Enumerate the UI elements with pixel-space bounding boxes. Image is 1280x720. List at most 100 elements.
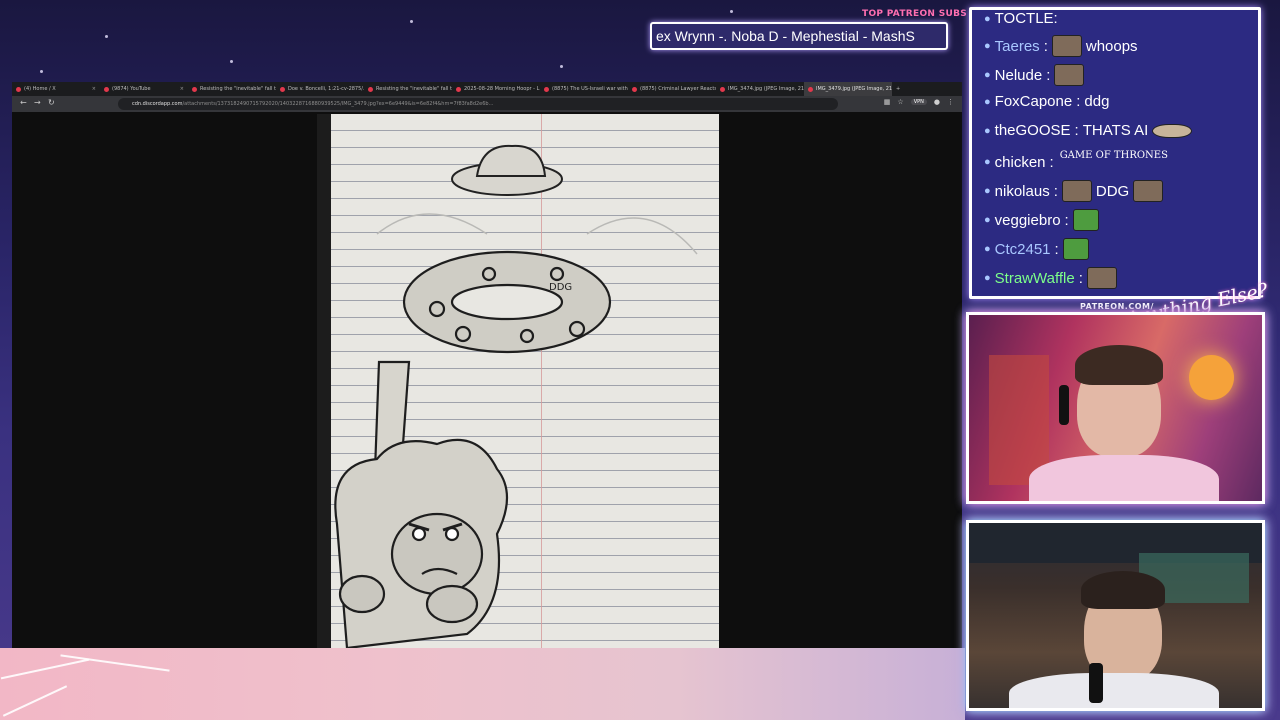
chat-message: ● TOCTLE: xyxy=(984,10,1058,27)
angry-sheep-icon xyxy=(334,438,508,648)
chat-username[interactable]: veggiebro xyxy=(995,212,1061,229)
url-field[interactable]: cdn.discordapp.com/attachments/137318249… xyxy=(118,98,838,110)
tab-label: Doe v. Boncelli, 1:21-cv-2875/... xyxy=(288,86,364,92)
chat-username[interactable]: Ctc2451 xyxy=(995,241,1051,258)
chat-user-icon: ● xyxy=(984,272,991,284)
browser-tab[interactable]: Doe v. Boncelli, 1:21-cv-2875/...× xyxy=(276,82,364,96)
browser-window: (4) Home / X × (9874) YouTube × Resisting th… xyxy=(12,82,962,648)
chat-text: whoops xyxy=(1085,37,1138,55)
address-bar: ← → ↻ cdn.discordapp.com/attachments/137… xyxy=(12,96,962,112)
headphones-icon xyxy=(1059,385,1069,425)
webcam-host xyxy=(966,312,1265,504)
chat-message: ● StrawWaffle: xyxy=(984,267,1117,289)
tab-label: (4) Home / X xyxy=(24,86,56,92)
guest-hair xyxy=(1081,571,1165,609)
host-hair xyxy=(1075,345,1163,385)
tab-favicon-icon xyxy=(632,86,637,92)
tab-favicon-icon xyxy=(16,86,21,92)
chat-colon: : xyxy=(1043,37,1048,55)
sheep-drawing: DDG xyxy=(334,144,698,648)
extensions-icon[interactable]: ▦ xyxy=(884,98,891,106)
chat-colon: : xyxy=(1046,66,1051,84)
chat-text: THATS AI xyxy=(1082,122,1149,139)
menu-icon[interactable]: ⋮ xyxy=(947,98,954,106)
face-emote-icon xyxy=(1054,64,1085,86)
chat-user-icon: ● xyxy=(984,40,991,52)
chat-message: ● nikolaus: DDG xyxy=(984,180,1164,202)
tab-close-icon[interactable]: × xyxy=(180,82,184,96)
top-patreon-title: TOP PATREON SUBS xyxy=(862,9,968,19)
browser-tab[interactable]: (4) Home / X × xyxy=(12,82,100,96)
tab-favicon-icon xyxy=(368,86,373,92)
chat-username[interactable]: Taeres xyxy=(995,38,1040,55)
hat-emote-icon xyxy=(1152,123,1193,138)
url-path: /attachments/1373182490715792020/1403228… xyxy=(182,101,494,107)
cowboy-hat-icon xyxy=(451,144,563,196)
chat-message: ● chicken: GAME OF THRONES xyxy=(984,151,1170,173)
chat-user-icon: ● xyxy=(984,185,991,197)
chat-colon: : xyxy=(1053,182,1058,200)
chat-user-icon: ● xyxy=(984,12,991,25)
tab-favicon-icon xyxy=(280,86,285,92)
face-emote-icon xyxy=(1133,180,1164,202)
chat-username[interactable]: chicken xyxy=(995,154,1046,171)
browser-tab[interactable]: (9874) YouTube × xyxy=(100,82,188,96)
chat-username[interactable]: nikolaus xyxy=(995,183,1050,200)
tab-favicon-icon xyxy=(544,86,549,92)
browser-tab[interactable]: 2025-08-28 Morning Hoopr - L× xyxy=(452,82,540,96)
tab-label: Resisting the "inevitable" fall to xyxy=(200,86,276,92)
sketch-image[interactable]: DDG xyxy=(317,114,719,648)
chat-colon: : xyxy=(1078,269,1083,287)
chat-username[interactable]: theGOOSE xyxy=(995,122,1071,139)
new-tab-button[interactable]: + xyxy=(892,82,906,96)
chat-colon: : xyxy=(1076,93,1081,110)
chat-panel[interactable]: ● TOCTLE: ● Taeres: whoops ● Nelude: ● FoxCapo… xyxy=(969,7,1261,299)
star-decor xyxy=(730,10,733,13)
chat-colon: : xyxy=(1064,211,1069,229)
browser-tab[interactable]: (8875) Criminal Lawyer Reacts× xyxy=(628,82,716,96)
chat-message: ● Nelude: xyxy=(984,64,1085,86)
star-decor xyxy=(230,60,233,63)
chat-username[interactable]: StrawWaffle xyxy=(995,270,1075,287)
star-decor xyxy=(410,20,413,23)
url-host: cdn.discordapp.com xyxy=(132,101,183,107)
chat-user-icon: ● xyxy=(984,95,991,108)
chat-text: ddg xyxy=(1084,93,1110,110)
forward-icon[interactable]: → xyxy=(34,98,41,107)
vpn-badge[interactable]: VPN xyxy=(910,99,927,105)
overlay-bottom-strip xyxy=(0,648,965,720)
browser-tab[interactable]: Resisting the "inevitable" fall to× xyxy=(364,82,452,96)
chat-user-icon: ● xyxy=(984,243,991,255)
chat-colon: : xyxy=(1054,240,1059,258)
tab-label: (8875) Criminal Lawyer Reacts xyxy=(640,86,716,92)
chat-user-icon: ● xyxy=(984,124,991,137)
bookmark-star-icon[interactable]: ☆ xyxy=(897,98,903,106)
browser-tab[interactable]: Resisting the "inevitable" fall to× xyxy=(188,82,276,96)
donut-icon xyxy=(402,250,612,354)
chat-username[interactable]: Nelude xyxy=(995,67,1043,84)
chat-colon: : xyxy=(1049,153,1054,171)
browser-tab[interactable]: (8875) The US-Israeli war with I× xyxy=(540,82,628,96)
microphone-icon xyxy=(1089,663,1103,703)
face-emote-icon xyxy=(1061,180,1092,202)
tab-close-icon[interactable]: × xyxy=(92,82,96,96)
chat-username[interactable]: FoxCapone xyxy=(995,93,1073,110)
chat-user-icon: ● xyxy=(984,69,991,81)
profile-icon[interactable]: ● xyxy=(934,98,940,106)
reload-icon[interactable]: ↻ xyxy=(48,98,55,107)
back-icon[interactable]: ← xyxy=(20,98,27,107)
chat-message: ● theGOOSE: THATS AI xyxy=(984,122,1193,139)
chat-user-icon: ● xyxy=(984,214,991,226)
browser-tab[interactable]: IMG_3479.jpg (JPEG Image, 2160 ×× xyxy=(804,82,892,96)
image-viewer: DDG xyxy=(12,112,962,648)
address-bar-actions: ▦ ☆ VPN ● ⋮ xyxy=(884,98,954,106)
chat-message: ● Taeres: whoops xyxy=(984,35,1138,57)
tab-favicon-icon xyxy=(456,86,461,92)
top-patreon-names: ex Wrynn -. Noba D - Mephestial - MashS xyxy=(656,28,915,44)
tab-favicon-icon xyxy=(104,86,109,92)
top-patreon-ticker: ex Wrynn -. Noba D - Mephestial - MashS xyxy=(650,22,948,50)
tab-favicon-icon xyxy=(720,86,725,92)
browser-tab[interactable]: IMG_3474.jpg (JPEG Image, 2160 ×× xyxy=(716,82,804,96)
frog-emote-icon xyxy=(1062,238,1089,260)
face-emote-icon xyxy=(1051,35,1082,57)
